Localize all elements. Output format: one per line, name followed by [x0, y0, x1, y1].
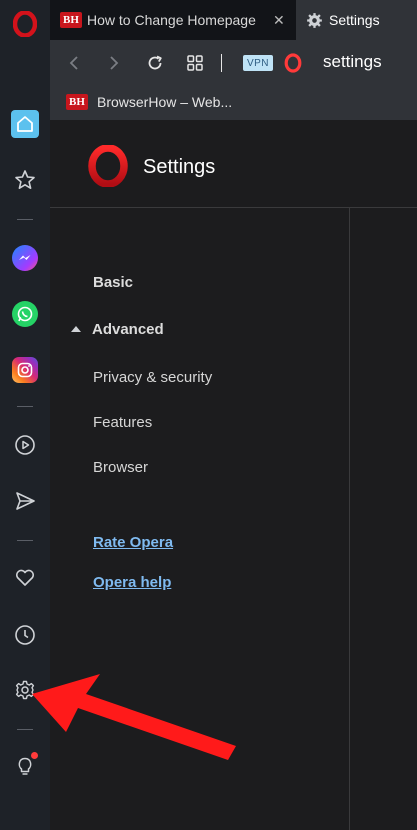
toolbar-divider — [221, 54, 222, 72]
tab-settings[interactable]: Settings — [296, 0, 417, 40]
instagram-icon — [17, 362, 33, 378]
browserhow-favicon: BH — [66, 94, 88, 110]
star-icon — [15, 170, 35, 189]
opera-logo-icon — [13, 11, 37, 37]
heart-icon — [15, 569, 35, 586]
address-bar[interactable]: settings — [323, 52, 382, 72]
tab-how-to-change-homepage[interactable]: BH How to Change Homepage ✕ — [54, 0, 296, 40]
tab-label: How to Change Homepage — [87, 12, 256, 28]
nav-browser[interactable]: Browser — [93, 459, 148, 476]
tab-close-button[interactable]: ✕ — [273, 12, 285, 29]
nav-privacy-security[interactable]: Privacy & security — [93, 369, 212, 386]
rate-opera-link[interactable]: Rate Opera — [93, 534, 173, 551]
home-icon — [17, 116, 33, 132]
site-info-button[interactable] — [282, 52, 304, 74]
opera-logo-icon — [284, 53, 302, 73]
sidebar-speed-dial-button[interactable] — [0, 162, 50, 198]
sidebar-divider — [17, 406, 33, 407]
sidebar-divider — [17, 219, 33, 220]
messenger-icon — [19, 255, 31, 260]
annotation-arrow — [32, 674, 236, 760]
sidebar-player-button[interactable] — [0, 427, 50, 463]
reload-button[interactable] — [144, 52, 166, 74]
opera-logo-icon — [88, 145, 128, 187]
nav-advanced[interactable]: Advanced — [92, 321, 164, 338]
bookmarks-bar: BH BrowserHow – Web... — [50, 86, 417, 120]
settings-header: Settings — [50, 120, 417, 208]
reload-icon — [148, 55, 162, 70]
nav-basic[interactable]: Basic — [93, 274, 133, 291]
opera-help-link[interactable]: Opera help — [93, 574, 171, 591]
tabs-overview-button[interactable] — [184, 52, 206, 74]
content-divider — [349, 208, 350, 830]
bookmark-item[interactable]: BH BrowserHow – Web... — [66, 94, 232, 110]
sidebar-divider — [17, 540, 33, 541]
chevron-left-icon — [69, 56, 78, 70]
sidebar-bookmarks-button[interactable] — [0, 560, 50, 596]
caret-up-icon[interactable] — [71, 326, 81, 332]
toolbar: VPN settings — [50, 40, 417, 86]
whatsapp-icon — [17, 306, 33, 322]
gear-icon — [307, 12, 322, 28]
page-title: Settings — [143, 156, 216, 178]
chevron-right-icon — [110, 56, 119, 70]
bookmark-label: BrowserHow – Web... — [97, 94, 233, 110]
sidebar-instagram-button[interactable] — [0, 352, 50, 388]
opera-menu-button[interactable] — [0, 6, 50, 42]
back-button[interactable] — [63, 52, 85, 74]
tab-strip: BH How to Change Homepage ✕ Settings — [50, 0, 417, 40]
sidebar-messenger-button[interactable] — [0, 240, 50, 276]
forward-button[interactable] — [103, 52, 125, 74]
grid-icon — [187, 55, 203, 71]
sidebar-my-flow-button[interactable] — [0, 483, 50, 519]
vpn-badge[interactable]: VPN — [243, 55, 273, 71]
sidebar-history-button[interactable] — [0, 617, 50, 653]
sidebar-home-button[interactable] — [0, 106, 50, 142]
clock-icon — [15, 625, 35, 645]
play-circle-icon — [15, 435, 35, 455]
sidebar-whatsapp-button[interactable] — [0, 296, 50, 332]
browserhow-favicon: BH — [60, 12, 82, 28]
tab-label: Settings — [329, 12, 380, 28]
nav-features[interactable]: Features — [93, 414, 152, 431]
send-icon — [16, 492, 35, 510]
